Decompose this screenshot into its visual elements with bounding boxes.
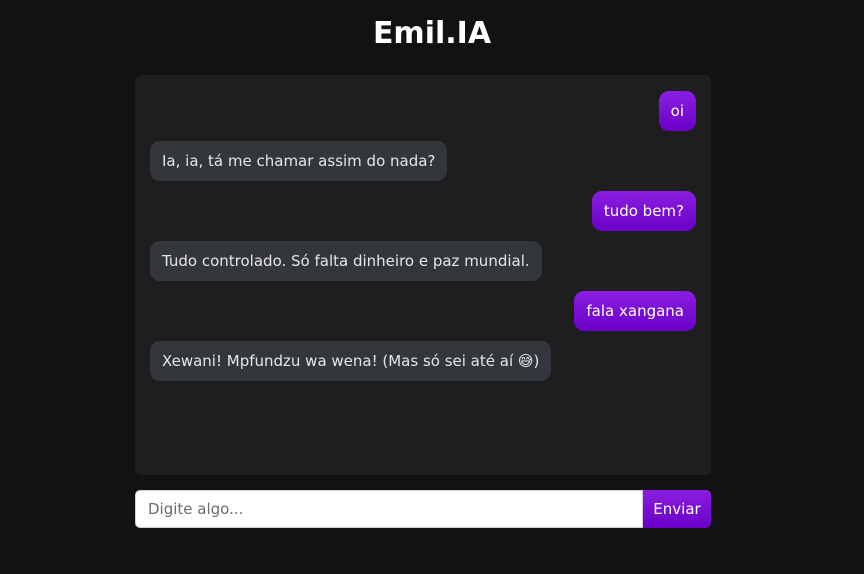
message-row-bot: Ia, ia, tá me chamar assim do nada? bbox=[150, 141, 696, 181]
composer: Enviar bbox=[135, 490, 711, 528]
user-message-bubble: oi bbox=[658, 91, 696, 131]
send-button[interactable]: Enviar bbox=[643, 490, 711, 528]
user-message-bubble: tudo bem? bbox=[591, 191, 696, 231]
bot-message-bubble: Ia, ia, tá me chamar assim do nada? bbox=[150, 141, 448, 181]
message-row-user: oi bbox=[150, 91, 696, 131]
message-row-user: tudo bem? bbox=[150, 191, 696, 231]
bot-message-bubble: Tudo controlado. Só falta dinheiro e paz… bbox=[150, 241, 542, 281]
message-row-bot: Xewani! Mpfundzu wa wena! (Mas só sei at… bbox=[150, 341, 696, 381]
message-row-bot: Tudo controlado. Só falta dinheiro e paz… bbox=[150, 241, 696, 281]
chat-messages-panel[interactable]: oi Ia, ia, tá me chamar assim do nada? t… bbox=[135, 75, 711, 475]
user-message-bubble: fala xangana bbox=[574, 291, 696, 331]
message-input[interactable] bbox=[135, 490, 643, 528]
app-title: Emil.IA bbox=[372, 16, 492, 51]
bot-message-bubble: Xewani! Mpfundzu wa wena! (Mas só sei at… bbox=[150, 341, 552, 381]
message-row-user: fala xangana bbox=[150, 291, 696, 331]
